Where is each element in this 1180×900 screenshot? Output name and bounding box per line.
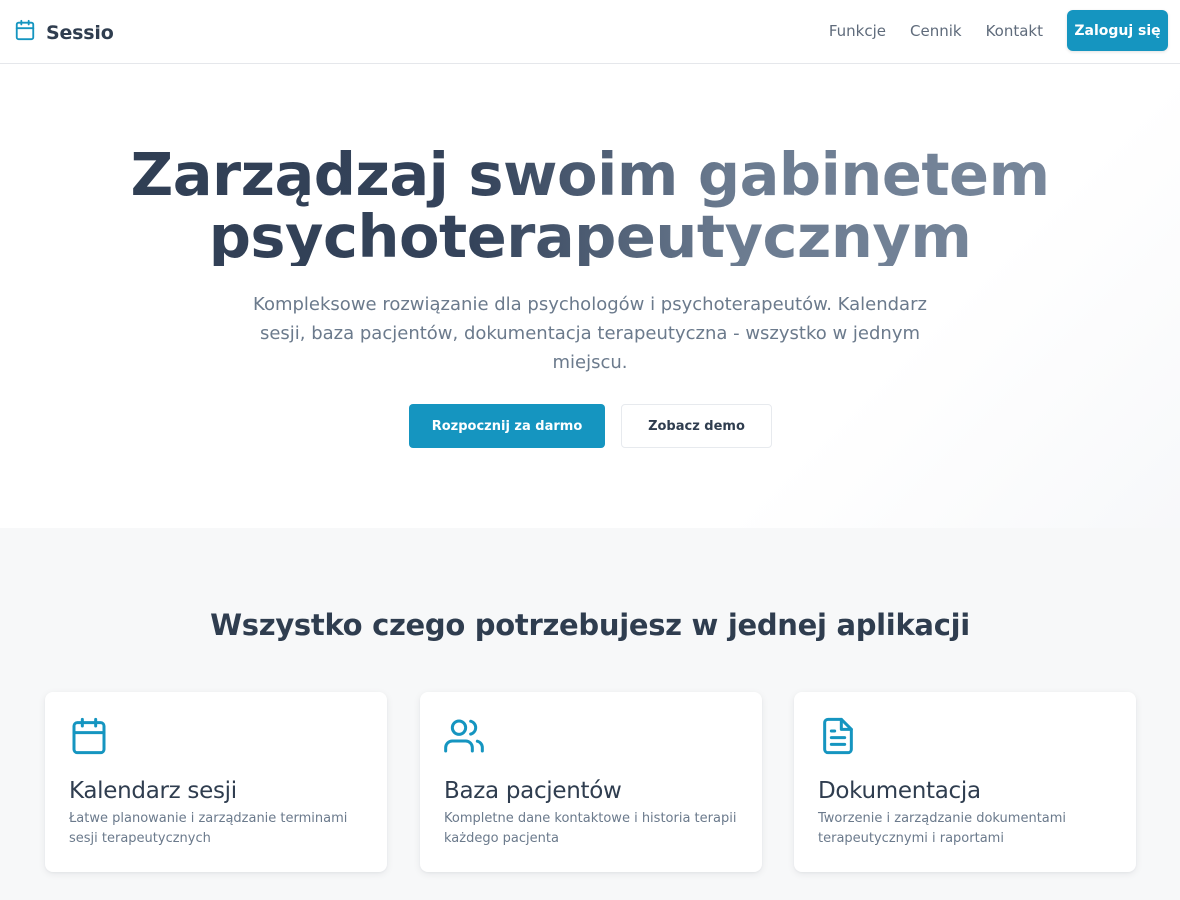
feature-card-description: Tworzenie i zarządzanie dokumentami tera…: [818, 811, 1067, 846]
hero-actions: Rozpocznij za darmo Zobacz demo: [409, 404, 772, 448]
nav-link-cennik[interactable]: Cennik: [910, 22, 962, 40]
feature-card-title: Dokumentacja: [818, 778, 981, 804]
nav-link-kontakt[interactable]: Kontakt: [986, 22, 1043, 40]
feature-card-description: Kompletne dane kontaktowe i historia ter…: [444, 811, 737, 846]
document-icon: [818, 716, 858, 756]
nav-link-funkcje[interactable]: Funkcje: [829, 22, 886, 40]
hero-title: Zarządzaj swoim gabinetem psychoterapeut…: [0, 144, 1180, 266]
feature-card-calendar: Kalendarz sesji Łatwe planowanie i zarzą…: [45, 692, 387, 872]
hero-section: Zarządzaj swoim gabinetem psychoterapeut…: [0, 64, 1180, 528]
calendar-icon: [69, 716, 109, 756]
features-title: Wszystko czego potrzebujesz w jednej apl…: [210, 608, 970, 642]
feature-card-description: Łatwe planowanie i zarządzanie terminami…: [69, 811, 348, 846]
features-section: Wszystko czego potrzebujesz w jednej apl…: [0, 528, 1180, 900]
brand-name: Sessio: [46, 21, 114, 44]
feature-card-documentation: Dokumentacja Tworzenie i zarządzanie dok…: [794, 692, 1136, 872]
login-button[interactable]: Zaloguj się: [1067, 10, 1168, 51]
view-demo-button[interactable]: Zobacz demo: [621, 404, 772, 448]
brand-logo[interactable]: Sessio: [14, 19, 114, 46]
start-free-button[interactable]: Rozpocznij za darmo: [409, 404, 605, 448]
calendar-icon: [14, 19, 36, 46]
main-nav: Funkcje Cennik Kontakt Zaloguj się: [829, 10, 1168, 51]
feature-card-patients: Baza pacjentów Kompletne dane kontaktowe…: [420, 692, 762, 872]
users-icon: [444, 716, 484, 756]
feature-card-title: Baza pacjentów: [444, 778, 622, 804]
hero-subtitle: Kompleksowe rozwiązanie dla psychologów …: [253, 294, 927, 373]
top-navbar: Sessio Funkcje Cennik Kontakt Zaloguj si…: [0, 0, 1180, 64]
feature-card-title: Kalendarz sesji: [69, 778, 237, 804]
